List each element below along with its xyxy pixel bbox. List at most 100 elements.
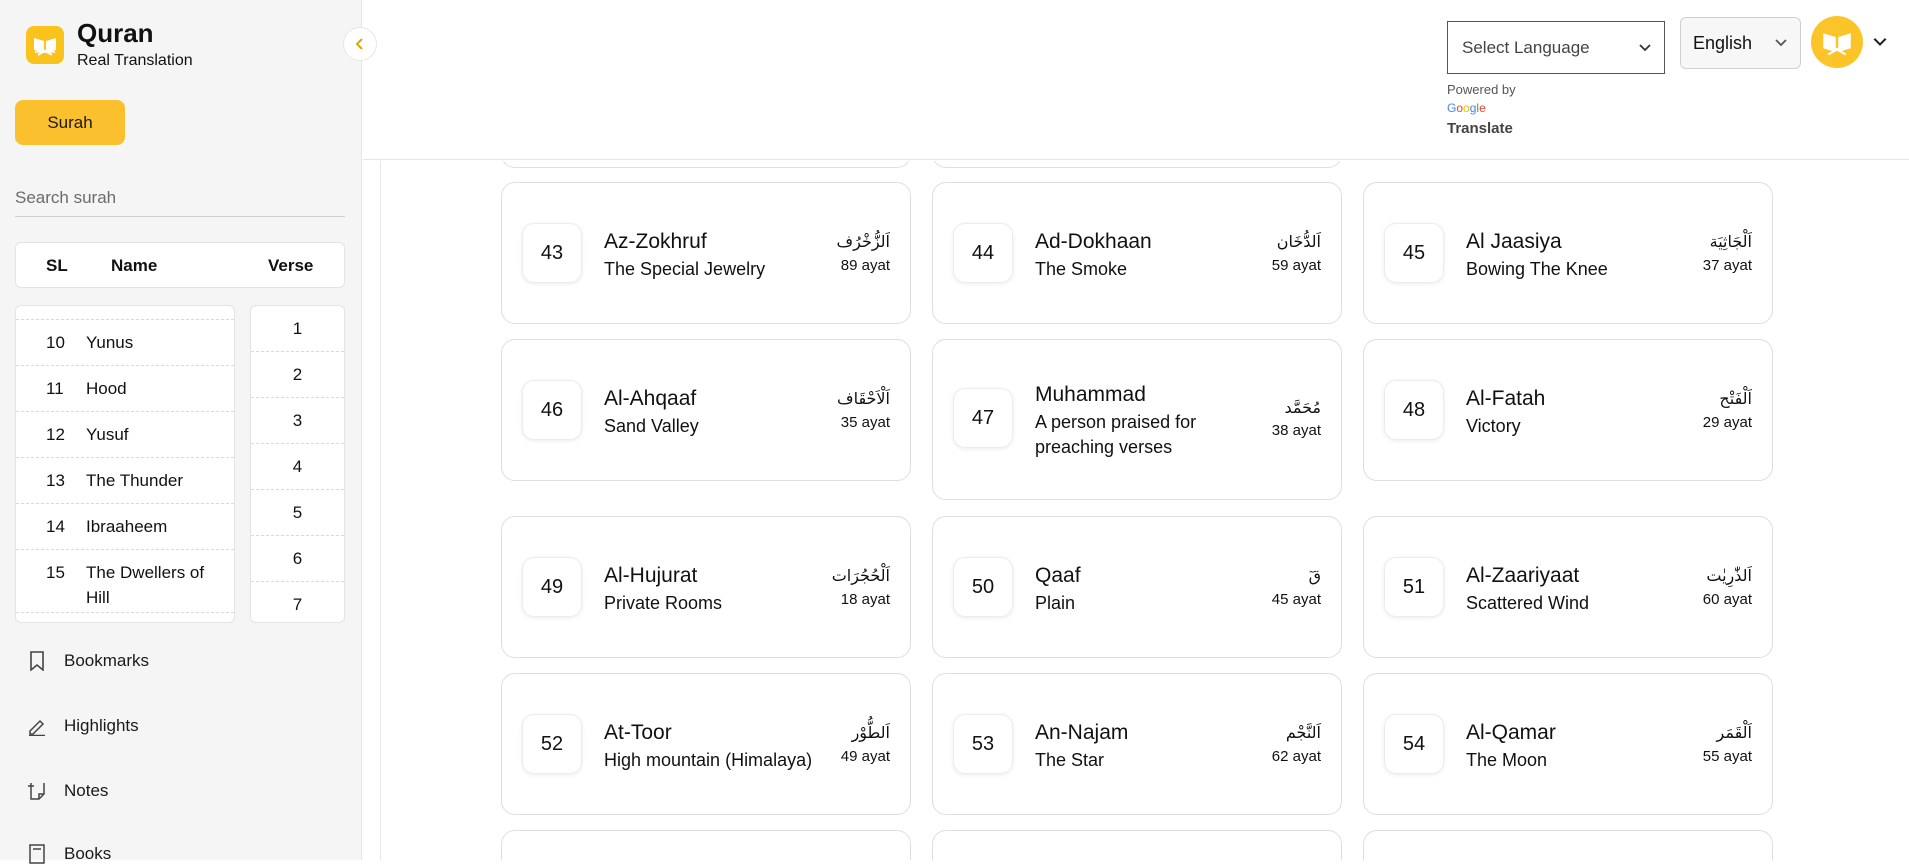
verse-column-header: Verse	[268, 256, 314, 275]
surah-name: The Dwellers of Hill	[86, 563, 205, 607]
surah-list-item[interactable]: 15 The Dwellers of Hill	[16, 550, 234, 613]
surah-name: Al-Zaariyaat	[1466, 564, 1580, 587]
surah-number: 46	[522, 380, 582, 440]
surah-name: Al-Hujurat	[604, 564, 698, 587]
surah-number: 49	[522, 557, 582, 617]
quran-book-icon	[1823, 33, 1851, 56]
surah-list[interactable]: 10 Yunus 11 Hood 12 Yusuf 13 The Thunder…	[15, 305, 235, 623]
surah-list-item[interactable]: 12 Yusuf	[16, 412, 234, 458]
surah-name: At-Toor	[604, 721, 672, 744]
book-icon	[26, 843, 48, 865]
surah-ayat: 29 ayat	[1702, 414, 1752, 431]
surah-arabic: اَلْحُجُرَات	[831, 566, 890, 585]
surah-card[interactable]: 49 Al-Hujurat Private Rooms اَلْحُجُرَات…	[501, 516, 911, 658]
search-surah-input[interactable]	[15, 180, 345, 217]
surah-name: Al-Qamar	[1466, 721, 1556, 744]
surah-ayat: 59 ayat	[1271, 257, 1321, 274]
surah-list-item[interactable]: 13 The Thunder	[16, 458, 234, 504]
account-menu-chevron-icon[interactable]	[1872, 33, 1888, 49]
top-header	[363, 0, 1909, 160]
verse-item[interactable]: 4	[251, 444, 344, 490]
surah-ayat: 45 ayat	[1271, 591, 1321, 608]
bookmark-icon	[26, 650, 48, 672]
surah-translation: Sand Valley	[604, 416, 699, 436]
surah-arabic: قٓ	[1308, 566, 1321, 585]
surah-arabic: اَلْقَمَر	[1716, 723, 1753, 742]
surah-arabic: اَلْاَحْقَاف	[836, 389, 890, 408]
collapse-sidebar-button[interactable]	[343, 27, 377, 61]
surah-card[interactable]	[932, 830, 1342, 860]
surah-card[interactable]: 54 Al-Qamar The Moon اَلْقَمَر 55 ayat	[1363, 673, 1773, 815]
surah-arabic: اَلْفَتْح	[1719, 389, 1752, 408]
surah-ayat: 89 ayat	[840, 257, 890, 274]
surah-card[interactable]: 44 Ad-Dokhaan The Smoke اَلدُّخَان 59 ay…	[932, 182, 1342, 324]
google-translate-link[interactable]: Translate	[1447, 120, 1513, 137]
verse-item[interactable]: 1	[251, 306, 344, 352]
surah-number: 53	[953, 714, 1013, 774]
surah-card[interactable]: 50 Qaaf Plain قٓ 45 ayat	[932, 516, 1342, 658]
surah-name: Hood	[86, 379, 127, 398]
surah-card[interactable]	[501, 830, 911, 860]
surah-arabic: اَلنَّجْم	[1285, 723, 1321, 742]
surah-sl: 14	[46, 517, 65, 536]
verse-item[interactable]: 7	[251, 582, 344, 622]
surah-sl: 13	[46, 471, 65, 490]
surah-card[interactable]: 48 Al-Fatah Victory اَلْفَتْح 29 ayat	[1363, 339, 1773, 481]
notes-icon	[26, 780, 48, 802]
surah-button[interactable]: Surah	[15, 100, 125, 145]
surah-ayat: 55 ayat	[1702, 748, 1752, 765]
surah-list-item[interactable]: 10 Yunus	[16, 320, 234, 366]
pen-icon	[26, 715, 48, 737]
nav-notes[interactable]: Notes	[26, 780, 108, 802]
verse-list[interactable]: 1 2 3 4 5 6 7	[250, 305, 345, 623]
surah-name: The Thunder	[86, 471, 184, 490]
select-language-dropdown[interactable]: Select Language	[1447, 21, 1665, 74]
nav-books[interactable]: Books	[26, 843, 111, 865]
surah-ayat: 37 ayat	[1702, 257, 1752, 274]
surah-translation: Bowing The Knee	[1466, 259, 1608, 279]
surah-arabic: اَلْجَاثِيَة	[1709, 232, 1752, 251]
surah-card[interactable]: 47 Muhammad A person praised for preachi…	[932, 339, 1342, 500]
surah-card[interactable]: 52 At-Toor High mountain (Himalaya) اَلط…	[501, 673, 911, 815]
language-button[interactable]: English	[1680, 17, 1801, 69]
surah-translation: The Smoke	[1035, 259, 1128, 279]
surah-sl: 10	[46, 333, 65, 352]
surah-ayat: 60 ayat	[1702, 591, 1752, 608]
surah-translation: High mountain (Himalaya)	[604, 750, 813, 770]
verse-item[interactable]: 5	[251, 490, 344, 536]
surah-card[interactable]: 46 Al-Ahqaaf Sand Valley اَلْاَحْقَاف 35…	[501, 339, 911, 481]
surah-number: 52	[522, 714, 582, 774]
surah-translation: The Star	[1035, 750, 1105, 770]
surah-arabic: مُحَمَّد	[1284, 398, 1321, 417]
surah-list-item[interactable]: 14 Ibraaheem	[16, 504, 234, 550]
nav-bookmarks[interactable]: Bookmarks	[26, 650, 149, 672]
quran-logo-icon[interactable]	[26, 26, 64, 64]
nav-highlights-label: Highlights	[64, 716, 139, 735]
surah-translation: Private Rooms	[604, 593, 723, 613]
name-column-header: Name	[111, 256, 158, 275]
surah-name: Qaaf	[1035, 564, 1081, 587]
surah-grid: 43 Az-Zokhruf The Special Jewelry اَلزُّ…	[380, 161, 1909, 860]
app-title: Quran	[77, 18, 154, 48]
surah-name: Ad-Dokhaan	[1035, 230, 1152, 253]
surah-card[interactable]: 53 An-Najam The Star اَلنَّجْم 62 ayat	[932, 673, 1342, 815]
user-avatar[interactable]	[1811, 16, 1863, 68]
surah-card[interactable]: 43 Az-Zokhruf The Special Jewelry اَلزُّ…	[501, 182, 911, 324]
surah-translation: The Special Jewelry	[604, 259, 766, 279]
surah-card[interactable]	[1363, 830, 1773, 860]
nav-highlights[interactable]: Highlights	[26, 715, 139, 737]
surah-card[interactable]: 51 Al-Zaariyaat Scattered Wind اَلذّٰرِي…	[1363, 516, 1773, 658]
surah-list-item[interactable]: 11 Hood	[16, 366, 234, 412]
nav-bookmarks-label: Bookmarks	[64, 651, 150, 670]
surah-name: Ibraaheem	[86, 517, 168, 536]
app-subtitle: Real Translation	[77, 52, 193, 69]
surah-translation: Victory	[1466, 416, 1521, 436]
verse-item[interactable]: 2	[251, 352, 344, 398]
surah-number: 51	[1384, 557, 1444, 617]
select-language-label: Select Language	[1462, 37, 1590, 57]
verse-item[interactable]: 6	[251, 536, 344, 582]
verse-item[interactable]: 3	[251, 398, 344, 444]
surah-card[interactable]: 45 Al Jaasiya Bowing The Knee اَلْجَاثِي…	[1363, 182, 1773, 324]
sl-column-header: SL	[46, 256, 68, 275]
surah-number: 47	[953, 388, 1013, 448]
